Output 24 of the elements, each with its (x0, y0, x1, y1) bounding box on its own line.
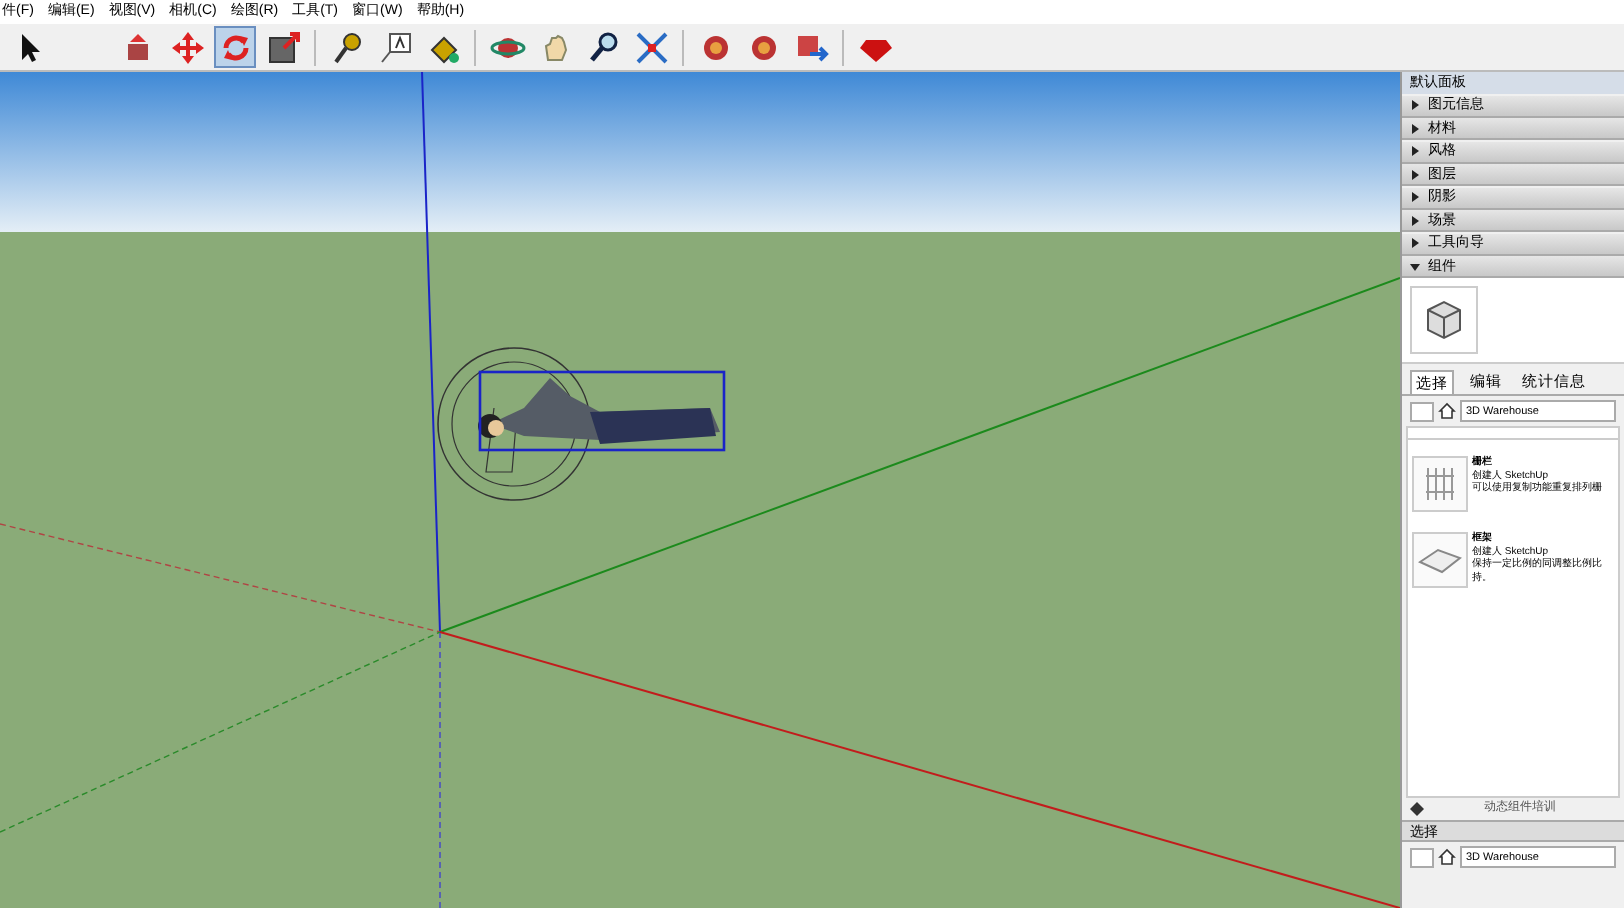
diamond-icon (1410, 802, 1424, 816)
frame-icon (1418, 546, 1462, 575)
right-triangle-icon (1410, 215, 1420, 225)
home-icon (1438, 402, 1456, 421)
component-thumbnail[interactable] (1412, 456, 1468, 513)
cube-icon (1422, 298, 1466, 342)
right-triangle-icon (1410, 169, 1420, 179)
component-thumbnail[interactable] (1412, 532, 1468, 589)
right-triangle-icon (1410, 238, 1420, 248)
diagonal-arrows-icon (633, 29, 669, 65)
magnifier-icon (585, 29, 621, 65)
right-triangle-icon (1410, 146, 1420, 156)
four-arrows-icon (169, 29, 205, 65)
text-label-icon (377, 29, 413, 65)
view-options-icon (1410, 847, 1434, 867)
right-triangle-icon (1410, 123, 1420, 133)
tape-measure-icon (329, 29, 365, 65)
home-icon (1438, 848, 1456, 866)
square-arrow-icon (265, 29, 301, 65)
right-triangle-icon (1410, 100, 1420, 110)
down-triangle-icon (1410, 261, 1420, 271)
right-triangle-icon (1410, 192, 1420, 202)
fence-icon (1424, 464, 1456, 505)
view-options-icon (1410, 401, 1434, 422)
